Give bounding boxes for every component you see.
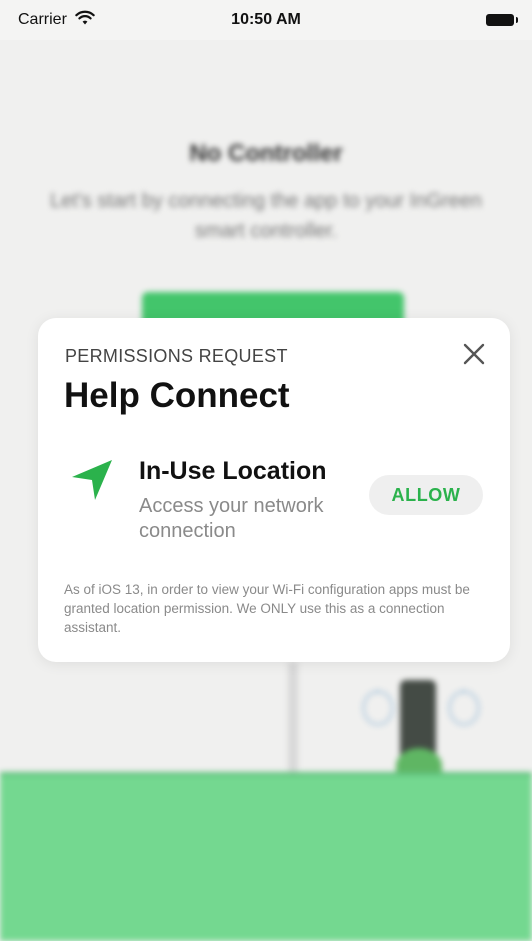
ios-location-footnote: As of iOS 13, in order to view your Wi-F…: [64, 582, 470, 635]
wifi-icon: [75, 10, 95, 31]
close-icon[interactable]: [460, 340, 488, 368]
carrier-label: Carrier: [18, 11, 67, 28]
permission-description: Access your network connection: [139, 495, 324, 542]
permission-title: In-Use Location: [139, 457, 327, 485]
battery-icon: [486, 14, 518, 26]
allow-button[interactable]: ALLOW: [369, 475, 483, 515]
status-left: Carrier: [18, 10, 95, 31]
modal-title: Help Connect: [64, 376, 290, 415]
no-controller-subtitle: Let's start by connecting the app to you…: [50, 190, 482, 242]
water-spray-left: [362, 690, 394, 726]
fence-pole: [288, 662, 298, 782]
permissions-modal: PERMISSIONS REQUEST Help Connect In-Use …: [38, 318, 510, 662]
status-bar: Carrier 10:50 AM: [0, 0, 532, 40]
lawn-ground: [0, 776, 532, 941]
location-arrow-icon: [70, 458, 114, 502]
water-spray-right: [448, 690, 480, 726]
no-controller-title: No Controller: [189, 140, 343, 167]
permissions-request-label: PERMISSIONS REQUEST: [65, 346, 288, 366]
